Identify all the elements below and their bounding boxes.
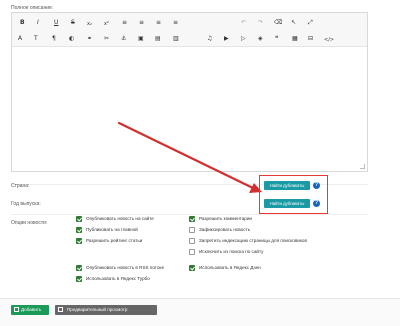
checkbox-publish-on-site[interactable] <box>76 216 82 222</box>
checkbox-publish-on-main[interactable] <box>76 227 82 233</box>
option-yandex-turbo: Использовать в Яндекс Турбо <box>86 276 150 281</box>
option-publish-on-site: Опубликовать новость на сайте <box>86 216 154 221</box>
option-rss: Опубликовать новость в RSS потоке <box>86 265 165 270</box>
option-pin-news: Зафиксировать новость <box>199 227 251 232</box>
annotation-arrow <box>117 121 262 193</box>
find-duplicates-button[interactable]: Найти дубликаты <box>264 199 310 208</box>
add-button-label: Добавить <box>21 307 42 312</box>
find-duplicates-button[interactable]: Найти дубликаты <box>264 181 310 190</box>
checkbox-noindex[interactable] <box>189 238 195 244</box>
checkbox-rss[interactable] <box>76 265 82 271</box>
option-publish-on-main: Публиковать на главной <box>86 227 138 232</box>
checkbox-allow-rating[interactable] <box>76 238 82 244</box>
save-icon <box>14 307 19 312</box>
checkbox-pin-news[interactable] <box>189 227 195 233</box>
checkbox-exclude-search[interactable] <box>189 249 195 255</box>
help-icon[interactable]: ? <box>313 200 320 207</box>
option-allow-rating: Разрешить рейтинг статьи <box>86 238 143 243</box>
monitor-icon <box>58 307 63 312</box>
option-yandex-zen: Использовать в Яндекс Дзен <box>199 265 261 270</box>
preview-button-label: Предварительный просмотр <box>67 307 128 312</box>
preview-button[interactable]: Предварительный просмотр <box>55 305 157 315</box>
option-allow-comments: Разрешить комментарии <box>199 216 252 221</box>
option-exclude-search: Исключить из поиска по сайту <box>199 249 264 254</box>
checkbox-yandex-turbo[interactable] <box>76 276 82 282</box>
help-icon[interactable]: ? <box>313 182 320 189</box>
checkbox-allow-comments[interactable] <box>189 216 195 222</box>
option-noindex: Запретить индексацию страницы для поиско… <box>199 238 307 243</box>
add-button[interactable]: Добавить <box>11 305 49 315</box>
checkbox-yandex-zen[interactable] <box>189 265 195 271</box>
